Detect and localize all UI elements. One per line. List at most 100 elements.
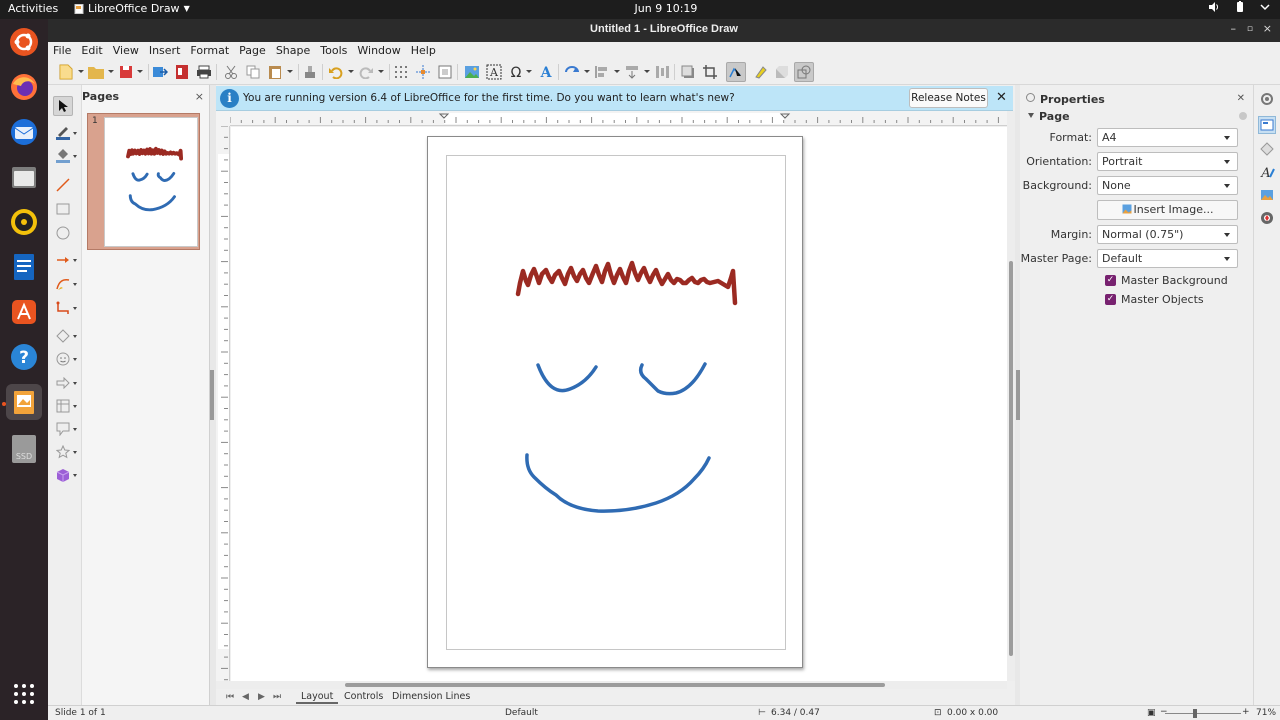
rectangle-tool-icon[interactable] xyxy=(55,201,71,217)
zoom-out-icon[interactable]: − xyxy=(1160,707,1168,717)
cut-icon[interactable] xyxy=(223,64,239,80)
symbol-shapes-dropdown[interactable] xyxy=(73,358,77,361)
vertical-ruler[interactable] xyxy=(216,125,230,681)
zoom-page-icon[interactable] xyxy=(437,64,453,80)
fill-color-icon[interactable] xyxy=(55,147,71,163)
fontwork-icon[interactable]: A xyxy=(538,64,554,80)
clock[interactable]: Jun 9 10:19 xyxy=(616,2,716,15)
dock-firefox[interactable] xyxy=(6,69,42,105)
block-arrows-dropdown[interactable] xyxy=(73,382,77,385)
dock-help[interactable]: ? xyxy=(6,339,42,375)
master-page-dropdown[interactable]: Default xyxy=(1097,249,1238,268)
section-collapse-icon[interactable] xyxy=(1028,113,1034,118)
lines-arrows-icon[interactable] xyxy=(55,252,71,268)
vertical-scrollbar-thumb[interactable] xyxy=(1009,261,1013,656)
points-icon[interactable] xyxy=(726,62,746,82)
document-modified-icon[interactable]: ▣ xyxy=(1147,708,1156,718)
callouts-icon[interactable] xyxy=(55,421,71,437)
drawing-canvas[interactable] xyxy=(231,127,1007,681)
menu-file[interactable]: File xyxy=(48,42,76,60)
connectors-icon[interactable] xyxy=(55,300,71,316)
minimize-button[interactable]: – xyxy=(1231,22,1237,35)
save-dropdown[interactable] xyxy=(137,70,143,73)
line-color-icon[interactable] xyxy=(55,124,71,140)
section-title-page[interactable]: Page xyxy=(1039,110,1070,123)
activities-button[interactable]: Activities xyxy=(8,2,58,15)
new-icon[interactable] xyxy=(58,64,74,80)
transformations-icon[interactable] xyxy=(564,64,580,80)
freehand-drawing[interactable] xyxy=(428,137,804,669)
align-objects-icon[interactable] xyxy=(594,64,610,80)
3d-objects-dropdown[interactable] xyxy=(73,474,77,477)
connectors-dropdown[interactable] xyxy=(73,307,77,310)
dock-writer[interactable] xyxy=(6,249,42,285)
gallery-deck-icon[interactable] xyxy=(1259,187,1275,203)
callouts-dropdown[interactable] xyxy=(73,428,77,431)
splitter-grip[interactable] xyxy=(210,370,214,420)
master-objects-checkbox[interactable]: ✓ Master Objects xyxy=(1105,293,1204,306)
page-thumbnail-selected[interactable]: 1 xyxy=(87,113,200,250)
block-arrows-icon[interactable] xyxy=(55,375,71,391)
page-thumbnail[interactable] xyxy=(104,117,198,247)
select-tool-icon[interactable] xyxy=(53,96,73,116)
glue-points-icon[interactable] xyxy=(752,64,768,80)
tab-controls[interactable]: Controls xyxy=(339,691,388,702)
line-color-dropdown[interactable] xyxy=(73,132,77,135)
flowchart-icon[interactable] xyxy=(55,398,71,414)
dock-files[interactable] xyxy=(6,159,42,195)
arrange-dropdown[interactable] xyxy=(644,70,650,73)
distribute-icon[interactable] xyxy=(654,64,670,80)
sidebar-settings-icon[interactable] xyxy=(1259,91,1275,107)
ellipse-tool-icon[interactable] xyxy=(55,225,71,241)
zoom-in-icon[interactable]: + xyxy=(1242,707,1250,717)
dock-thunderbird[interactable] xyxy=(6,114,42,150)
open-icon[interactable] xyxy=(88,64,104,80)
horizontal-ruler[interactable] xyxy=(229,111,1007,126)
copy-icon[interactable] xyxy=(245,64,261,80)
menu-window[interactable]: Window xyxy=(352,42,405,60)
tab-dimension-lines[interactable]: Dimension Lines xyxy=(387,691,475,702)
fill-color-dropdown[interactable] xyxy=(73,155,77,158)
master-background-checkbox[interactable]: ✓ Master Background xyxy=(1105,274,1228,287)
dock-ubuntu-software[interactable] xyxy=(6,24,42,60)
properties-deck-icon[interactable] xyxy=(1258,116,1276,134)
background-dropdown[interactable]: None xyxy=(1097,176,1238,195)
new-dropdown[interactable] xyxy=(78,70,84,73)
properties-menu-icon[interactable] xyxy=(1026,93,1035,102)
lines-arrows-dropdown[interactable] xyxy=(73,259,77,262)
system-tray[interactable] xyxy=(1208,1,1270,13)
dock-draw[interactable] xyxy=(6,384,42,420)
tab-layout[interactable]: Layout xyxy=(296,691,339,704)
arrange-icon[interactable] xyxy=(624,64,640,80)
menu-view[interactable]: View xyxy=(108,42,144,60)
margin-dropdown[interactable]: Normal (0.75") xyxy=(1097,225,1238,244)
zoom-slider[interactable] xyxy=(1165,713,1241,714)
basic-shapes-icon[interactable] xyxy=(55,328,71,344)
curves-dropdown[interactable] xyxy=(73,283,77,286)
vertical-scrollbar[interactable] xyxy=(1007,111,1015,681)
zoom-level[interactable]: 71% xyxy=(1256,708,1276,718)
stars-dropdown[interactable] xyxy=(73,451,77,454)
pages-pane-close-icon[interactable]: × xyxy=(195,90,204,103)
paste-dropdown[interactable] xyxy=(287,70,293,73)
undo-icon[interactable] xyxy=(328,64,344,80)
export-icon[interactable] xyxy=(152,64,168,80)
next-tab-icon[interactable]: ▶ xyxy=(258,692,265,702)
navigator-deck-icon[interactable] xyxy=(1259,210,1275,226)
flowchart-dropdown[interactable] xyxy=(73,405,77,408)
special-character-dropdown[interactable] xyxy=(526,70,532,73)
horizontal-scrollbar[interactable] xyxy=(216,681,1007,689)
orientation-dropdown[interactable]: Portrait xyxy=(1097,152,1238,171)
menu-tools[interactable]: Tools xyxy=(315,42,352,60)
redo-dropdown[interactable] xyxy=(378,70,384,73)
print-icon[interactable] xyxy=(196,64,212,80)
toggle-extrusion-icon[interactable] xyxy=(774,64,790,80)
insert-textbox-icon[interactable]: A xyxy=(486,64,502,80)
release-notes-button[interactable]: Release Notes xyxy=(909,88,988,108)
drawing-page[interactable] xyxy=(427,136,803,668)
3d-objects-icon[interactable] xyxy=(55,467,71,483)
dock-rhythmbox[interactable] xyxy=(6,204,42,240)
first-tab-icon[interactable]: ⏮ xyxy=(226,692,234,702)
export-pdf-icon[interactable] xyxy=(174,64,190,80)
redo-icon[interactable] xyxy=(358,64,374,80)
